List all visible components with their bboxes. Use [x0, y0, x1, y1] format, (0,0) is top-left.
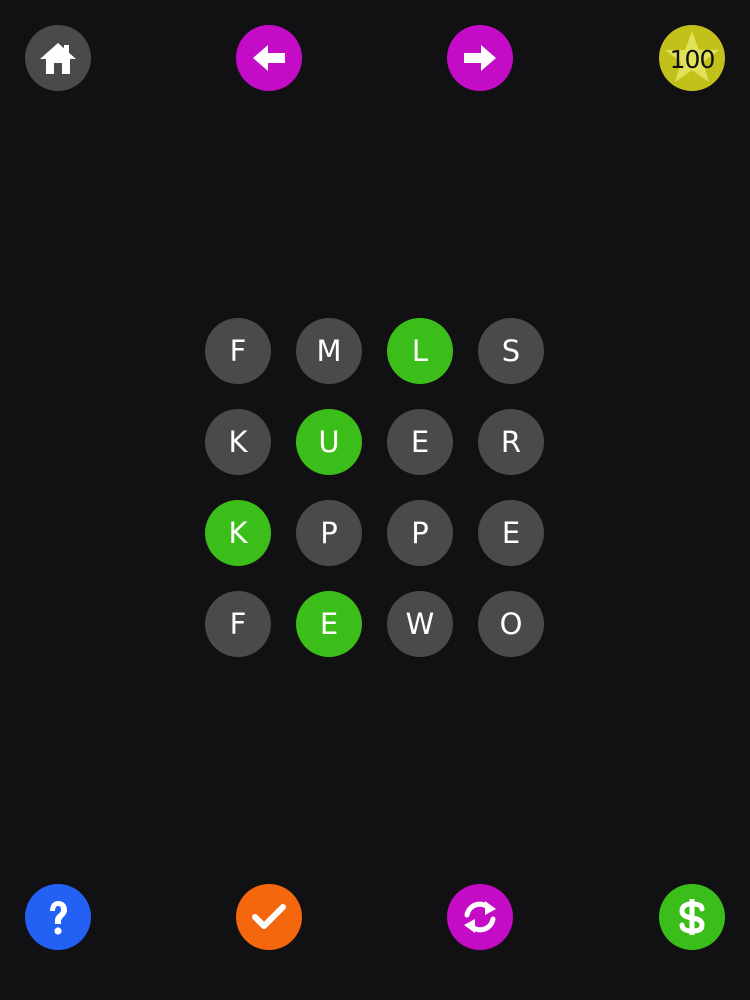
letter-tile[interactable]: W [387, 591, 453, 657]
letter-tile[interactable]: R [478, 409, 544, 475]
letter-tile[interactable]: E [296, 591, 362, 657]
score-value: 100 [669, 44, 716, 74]
letter-tile[interactable]: P [387, 500, 453, 566]
question-mark-icon [36, 895, 80, 939]
shop-button[interactable] [659, 884, 725, 950]
letter-tile[interactable]: K [205, 409, 271, 475]
dollar-icon [670, 895, 714, 939]
letter-tile[interactable]: F [205, 591, 271, 657]
checkmark-icon [247, 895, 291, 939]
letter-tile[interactable]: E [478, 500, 544, 566]
help-button[interactable] [25, 884, 91, 950]
letter-tile[interactable]: L [387, 318, 453, 384]
letter-tile[interactable]: U [296, 409, 362, 475]
home-button[interactable] [25, 25, 91, 91]
arrow-right-icon [458, 36, 502, 80]
letter-tile[interactable]: O [478, 591, 544, 657]
score-badge[interactable]: 100 [659, 25, 725, 91]
arrow-left-icon [247, 36, 291, 80]
submit-button[interactable] [236, 884, 302, 950]
next-button[interactable] [447, 25, 513, 91]
letter-tile[interactable]: P [296, 500, 362, 566]
previous-button[interactable] [236, 25, 302, 91]
shuffle-icon [458, 895, 502, 939]
letter-tile[interactable]: E [387, 409, 453, 475]
letter-grid: FMLSKUERKPPEFEWO [205, 318, 545, 658]
home-icon [36, 36, 80, 80]
letter-tile[interactable]: S [478, 318, 544, 384]
shuffle-button[interactable] [447, 884, 513, 950]
letter-tile[interactable]: K [205, 500, 271, 566]
letter-tile[interactable]: M [296, 318, 362, 384]
letter-tile[interactable]: F [205, 318, 271, 384]
